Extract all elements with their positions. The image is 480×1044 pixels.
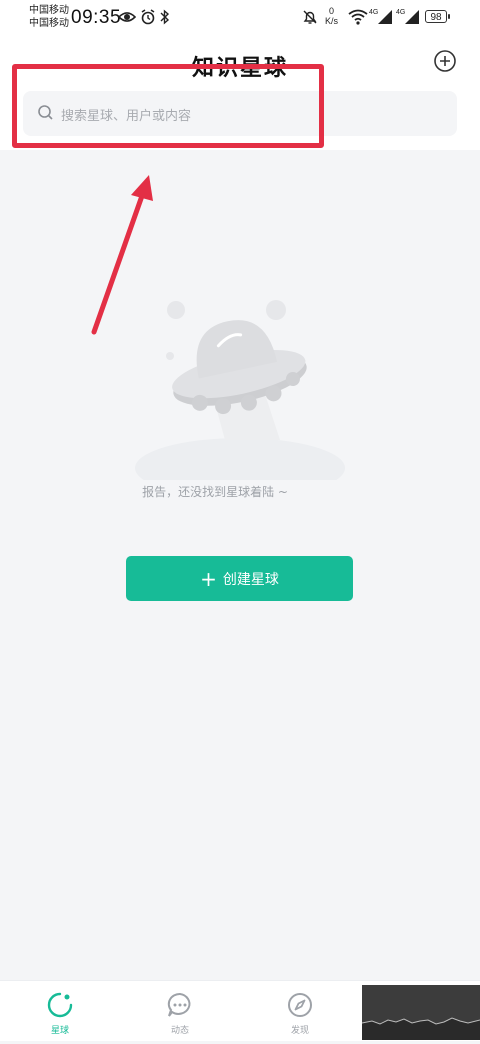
- status-bar: 中国移动 中国移动 09:35 0 K/s 4G 4G 98: [0, 0, 480, 36]
- network-speed-unit: K/s: [325, 16, 339, 26]
- search-input[interactable]: 搜索星球、用户或内容: [23, 91, 457, 136]
- empty-state-message: 报告，还没找到星球着陆 ~: [142, 485, 288, 499]
- carrier-name-2: 中国移动: [29, 18, 69, 29]
- tab-label: 动态: [170, 1026, 189, 1036]
- alarm-icon: [141, 9, 155, 25]
- tab-label: 星球: [50, 1026, 69, 1036]
- app-header: 知识星球 搜索星球、用户或内容: [0, 36, 480, 150]
- network-speed: 0 K/s: [325, 6, 338, 26]
- add-circle-icon[interactable]: [433, 49, 457, 73]
- signal-strength-icon: [405, 10, 419, 24]
- mute-bell-icon: [303, 10, 317, 24]
- wifi-icon: [348, 9, 368, 25]
- ufo-illustration: [135, 300, 345, 480]
- tab-feed[interactable]: 动态: [120, 981, 240, 1041]
- search-placeholder: 搜索星球、用户或内容: [61, 109, 192, 124]
- compass-icon: [288, 993, 312, 1017]
- tab-discover[interactable]: 发现: [240, 981, 360, 1041]
- chat-bubble-icon: [167, 992, 191, 1017]
- carrier-name-1: 中国移动: [29, 5, 69, 16]
- page-title: 知识星球: [191, 56, 288, 81]
- overlay-thumbnail: [361, 985, 480, 1040]
- signal-strength-icon: [378, 10, 392, 24]
- plus-icon: +: [200, 566, 217, 591]
- clock: 09:35: [71, 7, 122, 28]
- eye-icon: [118, 12, 136, 22]
- create-planet-button[interactable]: + 创建星球: [126, 556, 353, 601]
- create-planet-label: 创建星球: [222, 571, 279, 588]
- waveform-graphic: [361, 1017, 480, 1040]
- network-speed-value: 0: [329, 6, 335, 16]
- battery-indicator: 98: [425, 10, 450, 23]
- tab-label: 发现: [290, 1026, 309, 1036]
- bluetooth-icon: [160, 9, 170, 25]
- tab-planet[interactable]: 星球: [0, 981, 120, 1041]
- search-icon: [38, 105, 53, 120]
- planet-icon: [47, 992, 73, 1018]
